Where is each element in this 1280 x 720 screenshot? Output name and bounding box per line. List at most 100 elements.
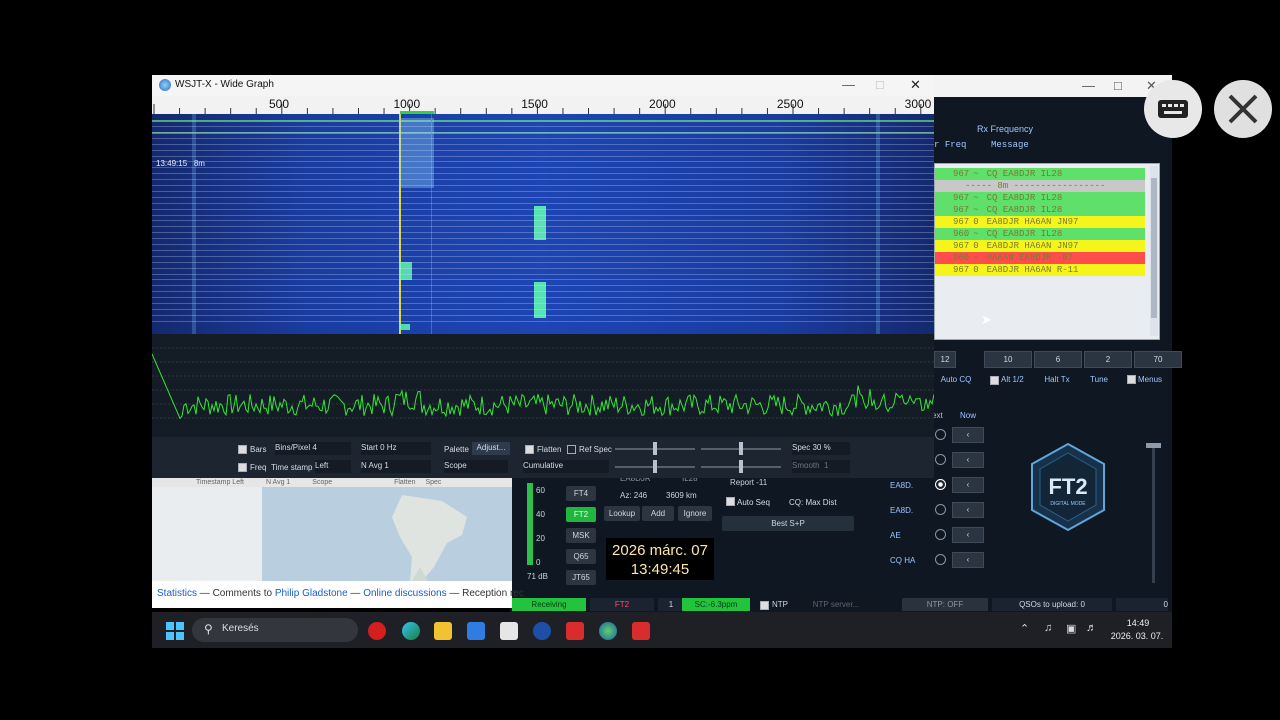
- start-freq-spinbox[interactable]: Start 0 Hz: [361, 442, 431, 455]
- halt-tx-button[interactable]: Halt Tx: [1037, 372, 1077, 387]
- search-box[interactable]: ⚲ Keresés: [192, 618, 358, 642]
- wsjtx-taskbar-icon[interactable]: [632, 622, 650, 640]
- tx-now-radio[interactable]: [935, 554, 946, 565]
- taskbar-time[interactable]: 14:49: [1110, 618, 1166, 628]
- period-button[interactable]: 10: [984, 351, 1032, 368]
- period-button[interactable]: 2: [1084, 351, 1132, 368]
- mode-button-q65[interactable]: Q65: [566, 549, 596, 564]
- message-row[interactable]: ----- 8m -----------------: [935, 180, 1145, 192]
- tune-button[interactable]: Tune: [1083, 372, 1115, 387]
- slider-handle[interactable]: [739, 460, 743, 473]
- microphone-icon[interactable]: ♫: [1044, 622, 1052, 634]
- ignore-button[interactable]: Ignore: [678, 506, 712, 521]
- menus-checkbox[interactable]: [1127, 375, 1136, 384]
- mode-button-jt65[interactable]: JT65: [566, 570, 596, 585]
- slider-handle[interactable]: [739, 442, 743, 455]
- taskbar-date[interactable]: 2026. 03. 07.: [1102, 631, 1172, 641]
- spec-spinbox[interactable]: Spec 30 %: [792, 442, 850, 455]
- auto-seq-checkbox[interactable]: [726, 497, 735, 506]
- scrollbar[interactable]: [1150, 166, 1158, 336]
- close-overlay-icon[interactable]: [1214, 80, 1272, 138]
- spectrum-display[interactable]: [151, 334, 935, 437]
- maximize-icon[interactable]: □: [876, 77, 884, 92]
- message-row[interactable]: 967 ~ CQ EA8DJR IL28: [935, 168, 1145, 180]
- online-discussions-link[interactable]: Online discussions: [363, 588, 446, 599]
- bars-checkbox[interactable]: [238, 445, 247, 454]
- smooth-spinbox[interactable]: Smooth 1: [792, 460, 850, 473]
- volume-icon[interactable]: ♬: [1086, 622, 1097, 634]
- minimize-icon[interactable]: —: [842, 77, 855, 92]
- cq-mode-select[interactable]: CQ: Max Dist: [789, 497, 837, 508]
- right-slider-track[interactable]: [1152, 443, 1155, 583]
- author-link[interactable]: Philip Gladstone: [275, 588, 348, 599]
- message-row[interactable]: 967 ~ CQ EA8DJR IL28: [935, 192, 1145, 204]
- message-row[interactable]: 960 ~ HA6AN EA8DJR -07: [935, 252, 1145, 264]
- tx-now-radio[interactable]: [935, 479, 946, 490]
- compass-icon[interactable]: [533, 622, 551, 640]
- rx-message-list[interactable]: 967 ~ CQ EA8DJR IL28 ----- 8m -------------…: [934, 163, 1160, 340]
- period-button[interactable]: 6: [1034, 351, 1082, 368]
- mode-button-ft4[interactable]: FT4: [566, 486, 596, 501]
- tx-generate-button[interactable]: ‹: [952, 527, 984, 543]
- map-landmass-icon: [392, 495, 467, 581]
- message-row[interactable]: 967 0 EA8DJR HA6AN JN97: [935, 240, 1145, 252]
- best-sp-button[interactable]: Best S+P: [722, 516, 854, 531]
- adjust-button[interactable]: Adjust...: [472, 442, 510, 455]
- alt12-checkbox[interactable]: [990, 376, 999, 385]
- network-icon[interactable]: ▣: [1066, 622, 1076, 635]
- maximize-icon[interactable]: □: [1114, 78, 1122, 93]
- tx-generate-button[interactable]: ‹: [952, 502, 984, 518]
- message-row[interactable]: 967 0 EA8DJR HA6AN JN97: [935, 216, 1145, 228]
- period-button[interactable]: 70: [1134, 351, 1182, 368]
- slider-handle[interactable]: [653, 442, 657, 455]
- cumulative-select[interactable]: Cumulative: [523, 460, 609, 473]
- ntp-server-input[interactable]: NTP server...: [794, 598, 878, 611]
- bins-per-pixel-spinbox[interactable]: Bins/Pixel 4: [275, 442, 351, 455]
- ref-spec-checkbox[interactable]: [567, 445, 576, 454]
- store-icon[interactable]: [467, 622, 485, 640]
- tx-now-radio[interactable]: [935, 529, 946, 540]
- message-row[interactable]: 967 ~ CQ EA8DJR IL28: [935, 204, 1145, 216]
- chevron-up-icon[interactable]: ⌃: [1020, 622, 1029, 635]
- windows-start-icon[interactable]: [166, 622, 184, 640]
- mode-button-ft2[interactable]: FT2: [566, 507, 596, 522]
- auto-cq-button[interactable]: Auto CQ: [934, 372, 978, 387]
- wide-graph-window: WSJT-X - Wide Graph — □ ✕ 500 1000 1500 200…: [151, 75, 935, 478]
- ntp-checkbox[interactable]: [760, 601, 769, 610]
- statistics-link[interactable]: Statistics: [157, 588, 197, 599]
- wsjtx-taskbar-icon[interactable]: [566, 622, 584, 640]
- wide-graph-titlebar[interactable]: WSJT-X - Wide Graph — □ ✕: [152, 75, 934, 96]
- file-explorer-icon[interactable]: [434, 622, 452, 640]
- frequency-scale[interactable]: 500 1000 1500 2000 2500 3000: [152, 96, 934, 114]
- waterfall-display[interactable]: 13:49:15 8m: [152, 114, 934, 334]
- reception-map[interactable]: [262, 487, 512, 581]
- timestamp-select[interactable]: Left: [315, 460, 351, 473]
- message-row[interactable]: 960 ~ CQ EA8DJR IL28: [935, 228, 1145, 240]
- tx-generate-button[interactable]: ‹: [952, 452, 984, 468]
- edge-icon[interactable]: [402, 622, 420, 640]
- tx-now-radio[interactable]: [935, 504, 946, 515]
- period-button[interactable]: 12: [934, 351, 956, 368]
- right-slider-handle[interactable]: [1146, 443, 1161, 448]
- minimize-icon[interactable]: —: [1082, 78, 1095, 93]
- lookup-button[interactable]: Lookup: [604, 506, 640, 521]
- mode-button-msk[interactable]: MSK: [566, 528, 596, 543]
- slider-handle[interactable]: [653, 460, 657, 473]
- opera-icon[interactable]: [368, 622, 386, 640]
- freq-checkbox[interactable]: [238, 463, 247, 472]
- report-spinbox[interactable]: Report -11: [730, 477, 767, 488]
- tx-generate-button[interactable]: ‹: [952, 427, 984, 443]
- tx-generate-button[interactable]: ‹: [952, 552, 984, 568]
- scope-select[interactable]: Scope: [444, 460, 508, 473]
- tx-generate-button[interactable]: ‹: [952, 477, 984, 493]
- globe-icon[interactable]: [599, 622, 617, 640]
- flatten-checkbox[interactable]: [525, 445, 534, 454]
- add-button[interactable]: Add: [642, 506, 674, 521]
- keyboard-icon[interactable]: [1144, 80, 1202, 138]
- tx-now-radio[interactable]: [935, 454, 946, 465]
- message-row[interactable]: 967 0 EA8DJR HA6AN R-11: [935, 264, 1145, 276]
- navg-spinbox[interactable]: N Avg 1: [361, 460, 431, 473]
- app-icon[interactable]: [500, 622, 518, 640]
- tx-now-radio[interactable]: [935, 429, 946, 440]
- close-icon[interactable]: ✕: [910, 77, 921, 93]
